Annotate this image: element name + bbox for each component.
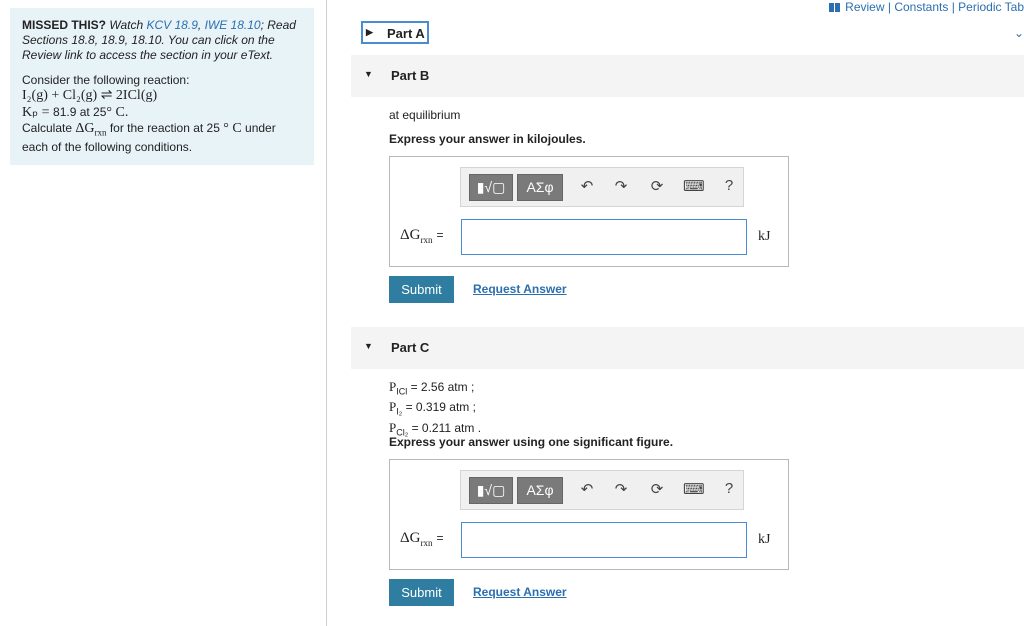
keyboard-icon[interactable]: ⌨ bbox=[683, 480, 705, 498]
periodic-table-link[interactable]: Periodic Tab bbox=[958, 0, 1024, 14]
templates-button[interactable]: ▮√▢ bbox=[469, 174, 513, 201]
part-b-label: Part B bbox=[391, 68, 430, 83]
part-c-conditions: PICl = 2.56 atm ; PI₂ = 0.319 atm ; PCl₂… bbox=[389, 379, 481, 440]
calculate-text: Calculate ΔGrxn for the reaction at 25 °… bbox=[22, 121, 302, 155]
nav-separator: | bbox=[887, 0, 891, 14]
part-c-header[interactable]: ▼ Part C bbox=[351, 327, 1024, 369]
reset-icon[interactable]: ⟳ bbox=[647, 177, 667, 195]
redo-icon[interactable]: ↷ bbox=[611, 480, 631, 498]
missed-this-text: MISSED THIS? Watch KCV 18.9, IWE 18.10; … bbox=[22, 18, 302, 63]
calc-pre: Calculate bbox=[22, 121, 76, 135]
part-b-answer-input[interactable] bbox=[461, 219, 747, 255]
book-icon bbox=[829, 1, 841, 12]
p-value: = 2.56 atm ; bbox=[407, 380, 475, 394]
kp-unit: ° C. bbox=[106, 105, 129, 120]
greek-symbols-button[interactable]: ΑΣφ bbox=[517, 477, 563, 504]
triangle-down-icon: ▼ bbox=[364, 341, 373, 351]
delta-g-sub: rxn bbox=[420, 235, 433, 245]
triangle-down-icon: ▼ bbox=[364, 69, 373, 79]
p-value: = 0.319 atm ; bbox=[402, 400, 476, 415]
help-icon[interactable]: ? bbox=[719, 177, 739, 194]
p-i2-line: PI₂ = 0.319 atm ; bbox=[389, 399, 481, 419]
kp-symbol: Kₚ = bbox=[22, 105, 54, 120]
help-icon[interactable]: ? bbox=[719, 480, 739, 497]
delta-g-symbol: ΔG bbox=[400, 227, 421, 243]
calc-sub: rxn bbox=[94, 127, 107, 138]
kp-line: Kₚ = 81.9 at 25° C. bbox=[22, 104, 302, 121]
part-c-answer-input[interactable] bbox=[461, 522, 747, 558]
math-toolbar: ▮√▢ ΑΣφ ↶ ↷ ⟳ ⌨ ? bbox=[460, 470, 744, 510]
part-c-submit-button[interactable]: Submit bbox=[389, 579, 454, 606]
column-divider bbox=[326, 0, 327, 626]
triangle-right-icon: ▶ bbox=[366, 27, 373, 37]
watch-text: Watch bbox=[109, 18, 144, 32]
part-b-answer-box: ▮√▢ ΑΣφ ↶ ↷ ⟳ ⌨ ? ΔGrxn = kJ bbox=[389, 156, 789, 267]
part-c-unit: kJ bbox=[758, 532, 771, 547]
equals-sign: = bbox=[436, 531, 444, 545]
constants-link[interactable]: Constants bbox=[894, 0, 948, 14]
part-b-header[interactable]: ▼ Part B bbox=[351, 55, 1024, 97]
equals-sign: = bbox=[436, 228, 444, 242]
undo-icon[interactable]: ↶ bbox=[577, 177, 597, 195]
part-a-toggle[interactable]: ▶ Part A bbox=[361, 21, 429, 44]
nav-separator: | bbox=[951, 0, 955, 14]
part-c-label: Part C bbox=[391, 340, 430, 355]
part-b-instruction: Express your answer in kilojoules. bbox=[389, 132, 586, 146]
calc-unit: ° C bbox=[223, 121, 242, 136]
missed-label: MISSED THIS? bbox=[22, 18, 107, 32]
templates-button[interactable]: ▮√▢ bbox=[469, 477, 513, 504]
part-b-unit: kJ bbox=[758, 229, 771, 244]
part-b-request-answer-link[interactable]: Request Answer bbox=[473, 282, 567, 296]
undo-icon[interactable]: ↶ bbox=[577, 480, 597, 498]
top-nav: Review | Constants | Periodic Tab bbox=[829, 0, 1024, 14]
consider-text: Consider the following reaction: bbox=[22, 73, 190, 87]
chevron-down-icon[interactable]: ⌄ bbox=[1014, 26, 1024, 40]
review-link[interactable]: Review bbox=[845, 0, 884, 14]
delta-g-symbol: ΔG bbox=[400, 530, 421, 546]
p-value: = 0.211 atm . bbox=[408, 420, 482, 435]
part-c-answer-box: ▮√▢ ΑΣφ ↶ ↷ ⟳ ⌨ ? ΔGrxn = kJ bbox=[389, 459, 789, 570]
kp-value: 81.9 at 25 bbox=[53, 105, 107, 119]
part-c-request-answer-link[interactable]: Request Answer bbox=[473, 585, 567, 599]
delta-g-label: ΔGrxn = bbox=[400, 530, 444, 548]
p-sub: ICl bbox=[396, 386, 408, 397]
reset-icon[interactable]: ⟳ bbox=[647, 480, 667, 498]
comma-text: , bbox=[197, 18, 202, 32]
delta-g-label: ΔGrxn = bbox=[400, 227, 444, 245]
part-b-condition: at equilibrium bbox=[389, 108, 461, 122]
redo-icon[interactable]: ↷ bbox=[611, 177, 631, 195]
part-b-submit-button[interactable]: Submit bbox=[389, 276, 454, 303]
part-a-label: Part A bbox=[387, 26, 425, 41]
kcv-link[interactable]: KCV 18.9 bbox=[147, 18, 198, 32]
part-c-instruction: Express your answer using one significan… bbox=[389, 435, 674, 449]
delta-g-sub: rxn bbox=[420, 538, 433, 548]
iwe-link[interactable]: IWE 18.10 bbox=[205, 18, 261, 32]
math-toolbar: ▮√▢ ΑΣφ ↶ ↷ ⟳ ⌨ ? bbox=[460, 167, 744, 207]
p-icl-line: PICl = 2.56 atm ; bbox=[389, 379, 481, 399]
problem-intro-panel: MISSED THIS? Watch KCV 18.9, IWE 18.10; … bbox=[10, 8, 314, 165]
calc-post: for the reaction at 25 bbox=[106, 121, 224, 135]
reaction-equation: I₂(g) + Cl₂(g) ⇌ 2ICl(g) bbox=[22, 88, 158, 103]
keyboard-icon[interactable]: ⌨ bbox=[683, 177, 705, 195]
greek-symbols-button[interactable]: ΑΣφ bbox=[517, 174, 563, 201]
calc-symbol: ΔG bbox=[75, 121, 95, 136]
